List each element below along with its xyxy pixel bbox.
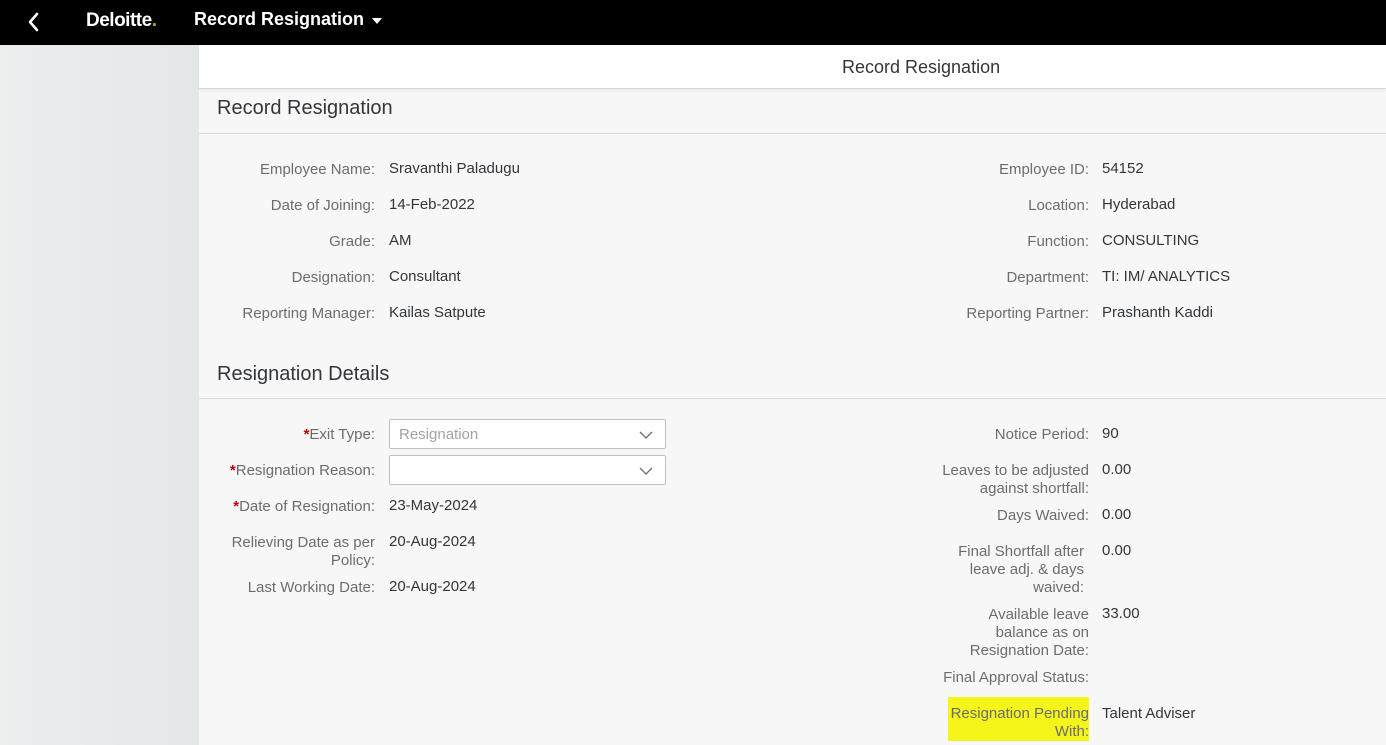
function-label: Function: — [1027, 233, 1089, 250]
employee-id-value: 54152 — [1102, 160, 1144, 177]
app-title-menu[interactable]: Record Resignation — [194, 9, 383, 30]
final-shortfall-label: Final Shortfall after leave adj. & days wa… — [958, 543, 1084, 596]
designation-label: Designation: — [291, 269, 375, 286]
function-value: CONSULTING — [1102, 232, 1200, 249]
available-leave-value: 33.00 — [1102, 605, 1140, 622]
chevron-left-icon — [28, 12, 39, 32]
chevron-down-icon — [639, 467, 653, 475]
grade-label: Grade: — [329, 233, 375, 250]
left-pane — [0, 45, 199, 745]
page-header-title: Record Resignation — [842, 57, 1001, 77]
reporting-partner-label: Reporting Partner: — [966, 305, 1089, 322]
date-of-resignation-value: 23-May-2024 — [389, 497, 478, 514]
resignation-pending-with-value: Talent Adviser — [1102, 705, 1196, 722]
main-page: Record Resignation Record Resignation Em… — [199, 45, 1386, 745]
grade-value: AM — [389, 232, 412, 249]
logo-text: Deloitte — [86, 10, 152, 31]
employee-name-value: Sravanthi Paladugu — [389, 160, 520, 177]
department-value: TI: IM/ ANALYTICS — [1102, 268, 1231, 285]
resignation-pending-with-label: Resignation Pending With: — [947, 697, 1089, 741]
caret-down-icon — [372, 17, 383, 24]
employee-name-label: Employee Name: — [259, 161, 375, 178]
date-of-joining-value: 14-Feb-2022 — [389, 196, 475, 213]
resignation-reason-select[interactable] — [389, 455, 666, 485]
section-divider — [199, 133, 1386, 134]
department-label: Department: — [1006, 269, 1089, 286]
resignation-reason-label: *Resignation Reason: — [229, 462, 375, 479]
chevron-down-icon — [639, 431, 653, 439]
last-working-date-value: 20-Aug-2024 — [389, 578, 476, 595]
notice-period-value: 90 — [1102, 425, 1119, 442]
shell-bar: Deloitte. Record Resignation — [0, 0, 1386, 45]
back-button[interactable] — [22, 10, 46, 34]
final-approval-status-label: Final Approval Status: — [943, 669, 1089, 686]
days-waived-value: 0.00 — [1102, 506, 1132, 523]
location-value: Hyderabad — [1102, 196, 1176, 213]
date-of-joining-label: Date of Joining: — [270, 197, 375, 214]
reporting-partner-value: Prashanth Kaddi — [1102, 304, 1213, 321]
exit-type-select[interactable]: Resignation — [389, 419, 666, 449]
employee-id-label: Employee ID: — [998, 161, 1089, 178]
available-leave-label: Available leave balance as on Resignation … — [969, 606, 1089, 659]
last-working-date-label: Last Working Date: — [247, 579, 375, 596]
page-header: Record Resignation — [199, 45, 1386, 89]
logo-dot: . — [151, 10, 157, 31]
final-shortfall-value: 0.00 — [1102, 542, 1132, 559]
reporting-manager-label: Reporting Manager: — [242, 305, 375, 322]
leaves-adjusted-label: Leaves to be adjusted against shortfall: — [942, 462, 1089, 497]
days-waived-label: Days Waived: — [997, 507, 1089, 524]
section-divider — [199, 398, 1386, 399]
date-of-resignation-label: *Date of Resignation: — [233, 498, 375, 515]
location-label: Location: — [1028, 197, 1089, 214]
designation-value: Consultant — [389, 268, 461, 285]
resignation-section-title: Resignation Details — [217, 363, 390, 385]
exit-type-label: *Exit Type: — [303, 426, 375, 443]
deloitte-logo[interactable]: Deloitte. — [86, 10, 157, 32]
exit-type-selected-value: Resignation — [399, 426, 479, 443]
app-title-label: Record Resignation — [194, 9, 365, 29]
leaves-adjusted-value: 0.00 — [1102, 461, 1132, 478]
relieving-date-value: 20-Aug-2024 — [389, 533, 476, 550]
employee-section-title: Record Resignation — [217, 97, 393, 119]
reporting-manager-value: Kailas Satpute — [389, 304, 486, 321]
notice-period-label: Notice Period: — [994, 426, 1089, 443]
relieving-date-label: Relieving Date as per Policy: — [231, 534, 375, 569]
